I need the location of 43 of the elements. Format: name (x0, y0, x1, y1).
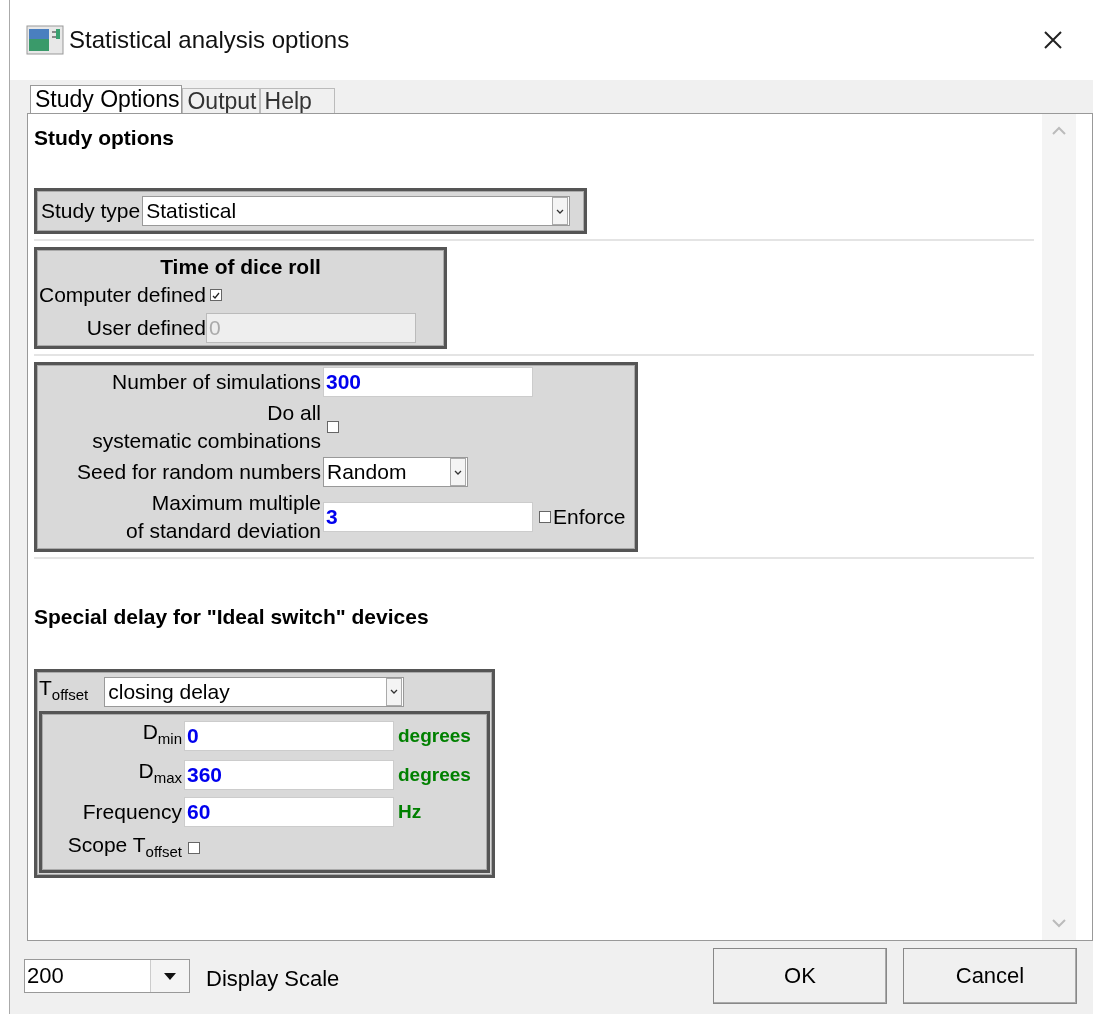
dialog-button[interactable]: Cancel (903, 948, 1077, 1004)
unit-label: Hz (398, 800, 422, 823)
field-label: D$_{min}$ (141, 719, 182, 750)
app-icon (26, 25, 64, 55)
caret-icon (163, 971, 177, 981)
input-field[interactable]: 360 (184, 759, 394, 790)
dropdown[interactable]: Random (323, 457, 468, 487)
input-field[interactable]: 300 (323, 367, 533, 397)
unit-label: degrees (398, 724, 471, 747)
tab[interactable]: Output (182, 88, 260, 113)
close-icon[interactable] (1043, 30, 1063, 50)
field-label: Scope T$_{offset}$ (66, 831, 182, 862)
scale-label: Display Scale (206, 966, 340, 992)
unit-label: degrees (398, 763, 471, 786)
field-label: T$_{offset}$ (39, 675, 89, 706)
scale-dropdown[interactable]: 200 (24, 959, 190, 993)
field-label: D$_{max}$ (137, 758, 182, 789)
tab[interactable]: Study Options (30, 85, 183, 113)
field-label: User defined (85, 315, 206, 341)
dropdown[interactable]: closing delay (104, 676, 405, 707)
checkbox[interactable] (327, 421, 339, 433)
field-label: Maximum multiple of standard deviation (125, 490, 321, 544)
input-field[interactable]: 3 (323, 502, 533, 532)
section-heading: Study options (34, 126, 175, 151)
checkmark-icon (210, 290, 221, 300)
field-label: Do all systematic combinations (91, 400, 321, 454)
checkbox[interactable] (209, 289, 222, 301)
field-label: Computer defined (39, 282, 206, 308)
input-field[interactable]: 60 (184, 796, 394, 827)
section-heading: Special delay for "Ideal switch" devices (34, 605, 430, 630)
checkbox[interactable] (539, 511, 551, 523)
dropdown[interactable]: Statistical (142, 196, 571, 226)
group-title: Time of dice roll (159, 254, 322, 280)
window-title: Statistical analysis options (69, 26, 351, 54)
checkbox-label: Enforce (553, 505, 626, 529)
field-label: Seed for random numbers (76, 459, 321, 485)
field-label: Number of simulations (111, 369, 321, 395)
field-label: Study type (41, 198, 141, 224)
dialog-button[interactable]: OK (713, 948, 887, 1004)
input-field[interactable]: 0 (184, 720, 394, 751)
tab[interactable]: Help (259, 88, 335, 113)
checkbox[interactable] (188, 842, 200, 855)
field-label: Frequency (81, 798, 182, 825)
